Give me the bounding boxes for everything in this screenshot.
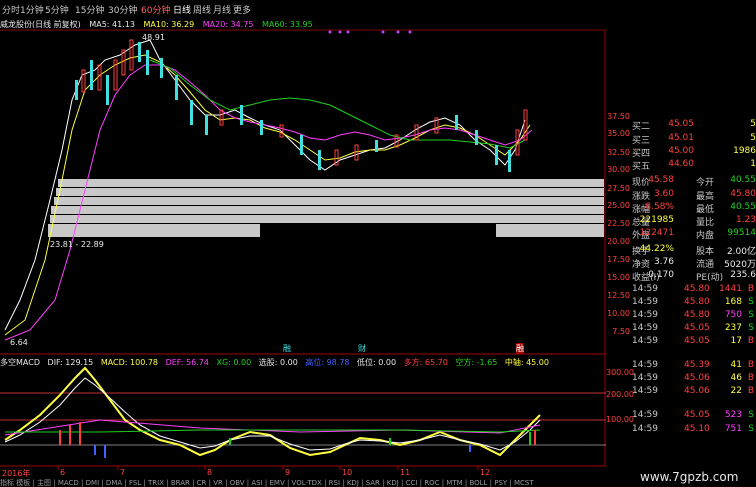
trade-row: 14:59 45.05 17 B <box>632 336 754 346</box>
macd-title: 多空MACD <box>0 358 40 367</box>
x-axis-month: 7 <box>120 468 126 477</box>
macd-high: 高位: 98.78 <box>305 358 350 367</box>
macd-axis-200: 200.00 <box>606 390 634 399</box>
macd-axis-300: 300.00 <box>606 368 634 377</box>
trade-row: 14:59 45.06 46 B <box>632 373 754 383</box>
macd-duofang: 多方: 65.70 <box>403 358 448 367</box>
x-axis-month: 10 <box>342 468 353 477</box>
trade-row: 14:59 45.80 1441 B <box>632 284 754 294</box>
indicator-tabs[interactable]: 指标 模板 | 主图 | MACD | DMI | DMA | FSL | TR… <box>0 478 620 487</box>
candles <box>75 39 528 172</box>
trade-row: 14:59 45.80 168 S <box>632 297 754 307</box>
macd-def: DEF: 56.74 <box>165 358 209 367</box>
trade-row: 14:59 45.10 751 S <box>632 424 754 434</box>
macd-xuanjiu: 选股: 0.00 <box>258 358 298 367</box>
event-label-3[interactable]: 融 <box>516 343 524 354</box>
event-label-2[interactable]: 财 <box>358 343 366 354</box>
trade-row: 14:59 45.80 750 S <box>632 310 754 320</box>
trade-row: 14:59 45.39 41 B <box>632 360 754 370</box>
macd-low: 低位: 0.00 <box>357 358 397 367</box>
x-axis-month: 9 <box>285 468 291 477</box>
macd-macd: MACD: 100.78 <box>100 358 159 367</box>
macd-dif: DIF: 129.15 <box>47 358 94 367</box>
x-axis-month: 11 <box>400 468 411 477</box>
volume-profile <box>48 179 604 237</box>
macd-info-line: 多空MACD DIF: 129.15 MACD: 100.78 DEF: 56.… <box>0 357 554 368</box>
watermark: www.7gpzb.com <box>640 470 739 484</box>
high-mark-label: 48.91 <box>142 33 165 42</box>
x-axis-month: 12 <box>480 468 491 477</box>
trade-row: 14:59 45.06 22 B <box>632 386 754 396</box>
event-label-1[interactable]: 融 <box>283 343 291 354</box>
macd-zhongzhou: 中轴: 45.00 <box>504 358 549 367</box>
macd-axis-100: 100.00 <box>606 415 634 424</box>
macd-xg: XG: 0.00 <box>216 358 252 367</box>
range-label: 23.81 - 22.89 <box>50 240 104 249</box>
kline-chart[interactable] <box>0 0 606 478</box>
x-axis-month: 6 <box>60 468 66 477</box>
signal-marks <box>328 30 412 34</box>
x-axis-month: 8 <box>207 468 213 477</box>
trade-row: 14:59 45.05 237 S <box>632 323 754 333</box>
macd-kongfang: 空方: -1.65 <box>455 358 498 367</box>
low-mark-label: 6.64 <box>10 338 28 347</box>
trade-row: 14:59 45.05 523 S <box>632 410 754 420</box>
